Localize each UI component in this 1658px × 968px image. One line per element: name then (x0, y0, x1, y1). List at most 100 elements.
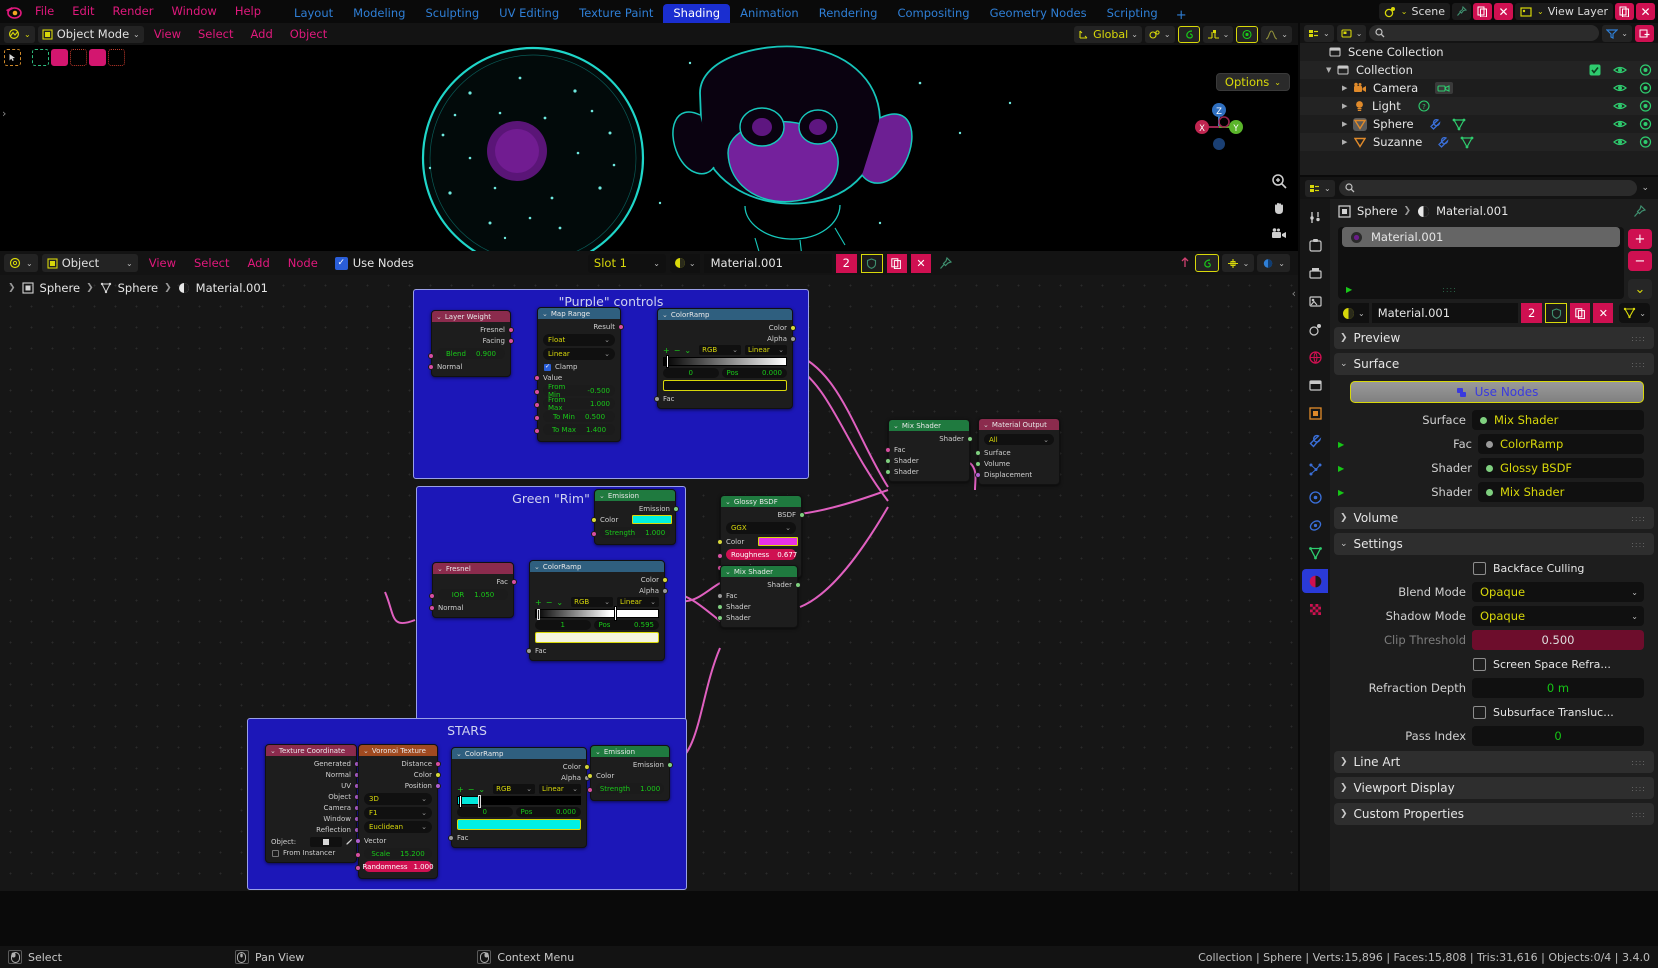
outliner-row-scene-collection[interactable]: Scene Collection (1300, 43, 1658, 61)
ramp-stop-handle[interactable] (477, 795, 481, 808)
socket-row-color[interactable]: Color (530, 574, 668, 585)
new-material-icon[interactable] (1570, 303, 1591, 323)
navigation-gizmo[interactable]: Z Y X (1190, 98, 1248, 156)
menu-render[interactable]: Render (104, 0, 163, 23)
socket-row-shader-out[interactable]: Shader (889, 433, 973, 444)
breadcrumb-mesh[interactable]: Sphere (118, 281, 159, 295)
socket-row-fac[interactable]: Fac (885, 444, 969, 455)
row-object-picker[interactable]: Object: (266, 835, 356, 848)
panel-grip[interactable]: :::: (1631, 810, 1646, 819)
shader-menu-add[interactable]: Add (240, 256, 276, 270)
socket-strength[interactable] (591, 531, 597, 537)
socket[interactable] (717, 603, 723, 610)
menu-help[interactable]: Help (226, 0, 270, 23)
editor-type-selector[interactable]: ⌄ (4, 25, 35, 43)
breadcrumb-object[interactable]: Sphere (40, 281, 81, 295)
panel-grip[interactable]: :::: (1631, 360, 1646, 369)
breadcrumb-material[interactable]: Material.001 (196, 281, 268, 295)
node-voronoi-texture[interactable]: ⌄ Voronoi Texture Distance Color Positio… (355, 744, 441, 879)
field-distribution[interactable]: GGX ⌄ (726, 522, 796, 534)
socket[interactable] (508, 326, 514, 333)
node-header[interactable]: ⌄ ColorRamp (530, 561, 664, 572)
socket[interactable] (435, 771, 441, 778)
remove-stop-icon[interactable]: − (674, 346, 681, 355)
ramp-stop-handle-active[interactable] (614, 606, 618, 621)
node-material-output[interactable]: ⌄ Material Output All ⌄ Surface Volume Di… (975, 418, 1060, 485)
delete-scene-icon[interactable]: ✕ (1494, 3, 1514, 20)
tab-texture-paint[interactable]: Texture Paint (569, 4, 663, 23)
viewport-options-button[interactable]: Options ⌄ (1215, 73, 1290, 91)
socket[interactable] (717, 592, 723, 599)
properties-search-input[interactable] (1338, 180, 1638, 196)
tab-collection[interactable] (1302, 373, 1328, 397)
tab-texture[interactable] (1302, 597, 1328, 621)
add-stop-icon[interactable]: + (535, 598, 542, 607)
outliner-row-camera[interactable]: ▶ Camera (1300, 79, 1658, 97)
panel-grip[interactable]: :::: (1631, 334, 1646, 343)
unlink-material-button[interactable]: ✕ (1593, 303, 1614, 323)
snap-selector[interactable]: ⌄ (1144, 25, 1175, 43)
tool-select-lasso[interactable] (70, 49, 87, 66)
add-workspace-button[interactable]: + (1168, 8, 1195, 23)
panel-grip[interactable]: :::: (1631, 514, 1646, 523)
snap-magnet-toggle[interactable] (1236, 25, 1259, 43)
socket[interactable] (591, 516, 597, 523)
tab-animation[interactable]: Animation (730, 4, 809, 23)
socket-row-shader1[interactable]: Shader (717, 601, 797, 612)
panel-viewport-display[interactable]: ❯ Viewport Display :::: (1334, 777, 1654, 799)
shader-menu-node[interactable]: Node (281, 256, 325, 270)
socket[interactable] (673, 505, 679, 512)
node-snapping-toggle[interactable] (1194, 254, 1219, 272)
screen-space-refraction-checkbox[interactable] (1473, 657, 1486, 671)
node-header[interactable]: ⌄ Emission (591, 746, 669, 757)
slot-list-grip[interactable]: :::: (1442, 285, 1457, 294)
viewport-menu-object[interactable]: Object (283, 27, 334, 41)
field-data-type[interactable]: Float ⌄ (543, 334, 615, 346)
socket-row-alpha[interactable]: Alpha (658, 333, 796, 344)
socket-to-min[interactable] (534, 415, 540, 421)
field-randomness[interactable]: Randomness 1.000 (362, 861, 434, 872)
pin-scene-icon[interactable] (1452, 3, 1472, 20)
node-canvas[interactable]: "Purple" controls Green "Rim" STARS ⌄ La… (0, 275, 1298, 891)
socket-row-vector[interactable]: Vector (355, 835, 437, 846)
clamp-checkbox[interactable]: ✓ (544, 363, 551, 371)
field-to-min[interactable]: To Min 0.500 (543, 411, 615, 422)
tab-scripting[interactable]: Scripting (1097, 4, 1168, 23)
socket-row-color[interactable]: Color (452, 761, 590, 772)
socket[interactable] (508, 337, 514, 344)
field-target[interactable]: All ⌄ (984, 434, 1054, 445)
node-header[interactable]: ⌄ ColorRamp (658, 309, 792, 320)
socket-row-window[interactable]: Window (266, 813, 360, 824)
add-stop-icon[interactable]: + (457, 785, 464, 794)
socket-row-normal[interactable]: Normal (429, 602, 513, 613)
socket-row-fresnel[interactable]: Fresnel (432, 324, 514, 335)
proportional-falloff-selector[interactable]: ⌄ (1202, 25, 1234, 43)
expander-icon[interactable]: ▼ (1326, 66, 1337, 74)
render-camera-icon[interactable] (1639, 118, 1652, 130)
object-field[interactable] (310, 836, 342, 847)
clip-threshold-slider[interactable]: 0.500 (1472, 630, 1644, 650)
tab-view-layer[interactable] (1302, 289, 1328, 313)
node-emission-stars[interactable]: ⌄ Emission Emission Color Strength 1.000 (587, 745, 673, 801)
node-header[interactable]: ⌄ Material Output (979, 419, 1059, 430)
socket-row-result[interactable]: Result (538, 321, 624, 332)
socket-row-facing[interactable]: Facing (432, 335, 514, 346)
panel-line-art[interactable]: ❯ Line Art :::: (1334, 751, 1654, 773)
ramp-stop-handle[interactable] (666, 355, 669, 368)
socket-row-emission[interactable]: Emission (591, 759, 673, 770)
tab-output[interactable] (1302, 261, 1328, 285)
subsurface-translucency-checkbox[interactable] (1473, 705, 1486, 719)
socket-row-color[interactable]: Color (658, 322, 796, 333)
socket-row-distance[interactable]: Distance (359, 758, 441, 769)
ramp-color-swatch[interactable] (663, 380, 787, 391)
eyedropper-icon[interactable] (345, 838, 353, 846)
field-dimensions[interactable]: 3D ⌄ (364, 793, 432, 805)
tab-modeling[interactable]: Modeling (343, 4, 415, 23)
pass-index-field[interactable]: 0 (1472, 726, 1644, 746)
socket[interactable] (795, 581, 801, 588)
ramp-stop-handle-active[interactable] (459, 795, 462, 808)
socket-row-object[interactable]: Object (266, 791, 360, 802)
light-data-icon[interactable]: ? (1417, 99, 1431, 113)
outliner-row-light[interactable]: ▶ Light ? (1300, 97, 1658, 115)
ramp-index-field[interactable]: 1 (535, 620, 591, 630)
